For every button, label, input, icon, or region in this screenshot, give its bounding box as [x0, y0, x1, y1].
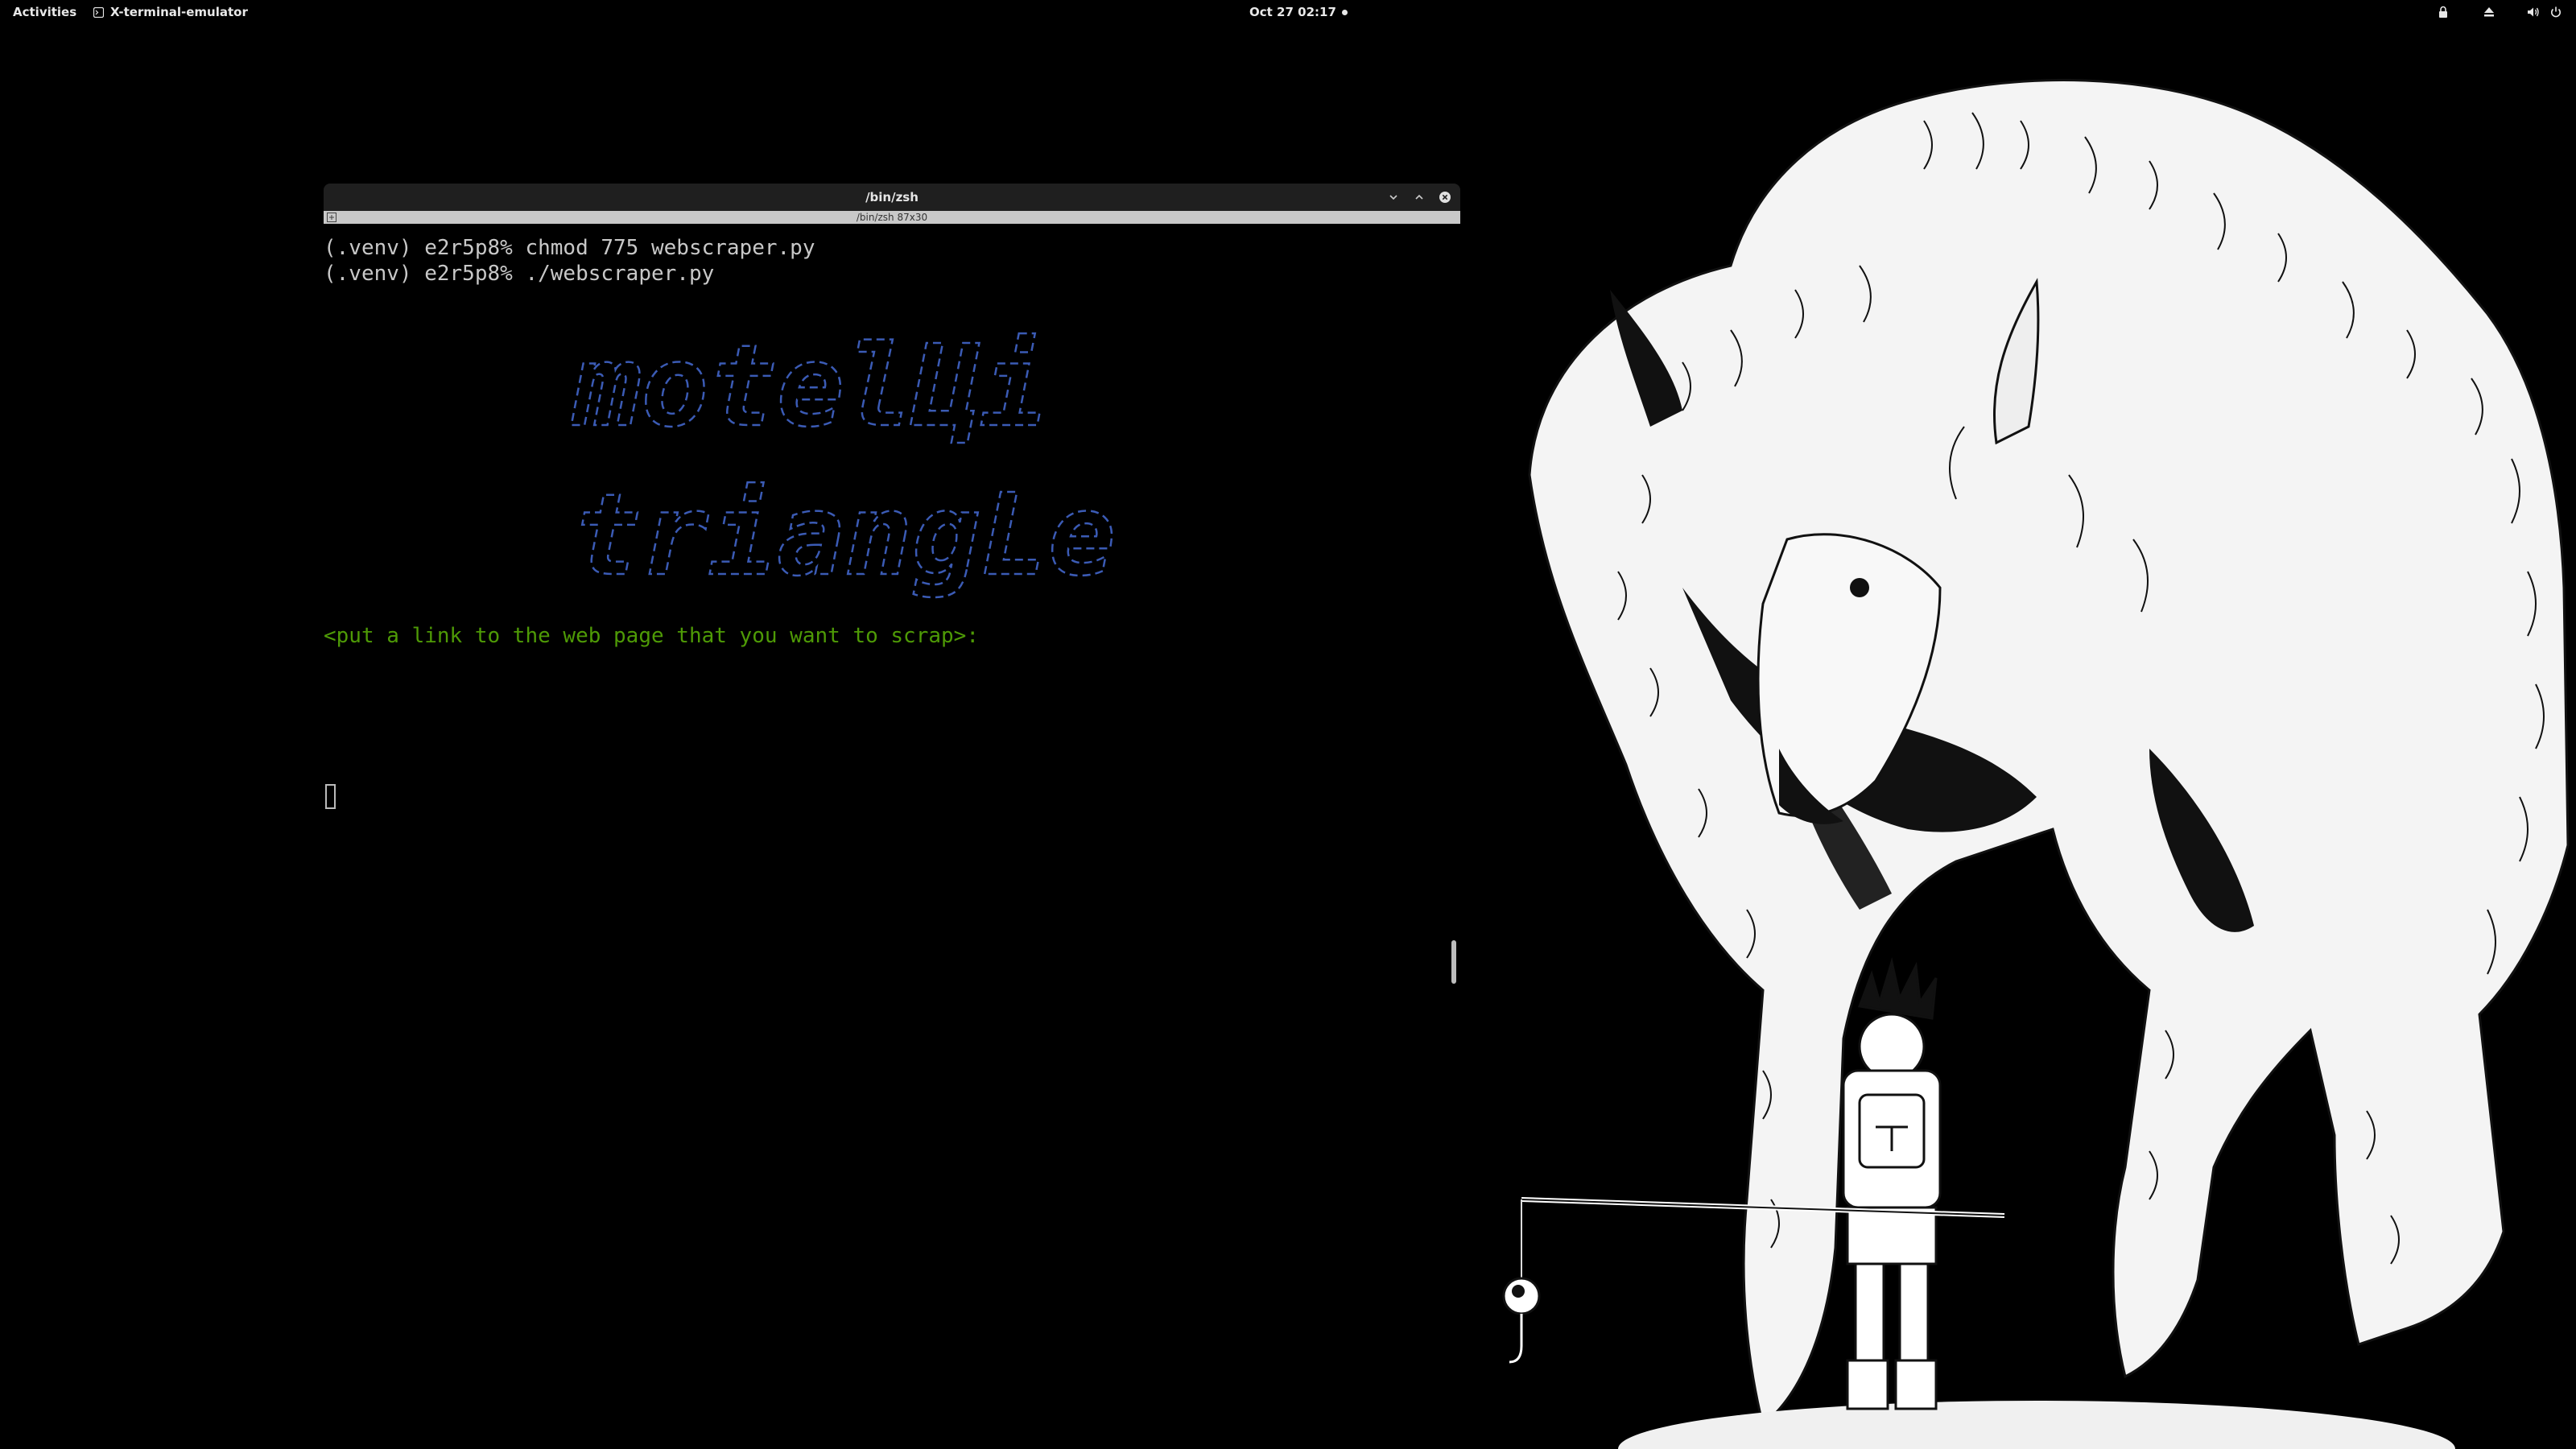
app-menu-label: X-terminal-emulator	[110, 5, 248, 19]
desktop-wallpaper	[1502, 79, 2570, 1449]
lock-icon[interactable]	[2436, 5, 2450, 19]
window-title: /bin/zsh	[865, 190, 919, 204]
window-titlebar[interactable]: /bin/zsh	[324, 184, 1460, 211]
banner-line-1: motelЦi	[571, 321, 1048, 452]
clock[interactable]: Oct 27 02:17	[1249, 0, 1336, 24]
scrollbar[interactable]	[1448, 224, 1460, 1000]
terminal-output[interactable]: (.venv) e2r5p8% chmod 775 webscraper.py …	[324, 224, 1447, 1000]
tab-session[interactable]: /bin/zsh 87x30	[324, 211, 1460, 224]
power-icon[interactable]	[2549, 5, 2563, 19]
tab-bar[interactable]: /bin/zsh 87x30	[324, 211, 1460, 224]
chevron-up-icon[interactable]	[1412, 190, 1426, 204]
notification-dot-icon	[1342, 10, 1348, 15]
banner-line-2: triangLe	[573, 470, 1116, 601]
input-prompt: <put a link to the web page that you wan…	[324, 624, 979, 648]
top-panel: Activities X-terminal-emulator Oct 27 02…	[0, 0, 2576, 24]
scrollbar-thumb[interactable]	[1451, 940, 1456, 984]
volume-icon[interactable]	[2526, 5, 2541, 19]
chevron-down-icon[interactable]	[1386, 190, 1401, 204]
terminal-line: (.venv) e2r5p8% ./webscraper.py	[324, 262, 715, 286]
close-icon[interactable]	[1438, 190, 1452, 204]
ascii-art-banner: motelЦi triangLe	[570, 320, 1117, 602]
terminal-line: (.venv) e2r5p8% chmod 775 webscraper.py	[324, 236, 815, 260]
text-cursor[interactable]	[325, 784, 336, 809]
activities-button[interactable]: Activities	[13, 0, 76, 24]
terminal-window[interactable]: /bin/zsh /bin/zsh 87x30 (.venv) e2r5p8% …	[324, 184, 1460, 1000]
eject-icon[interactable]	[2482, 5, 2496, 19]
terminal-app-icon	[93, 6, 104, 18]
app-menu[interactable]: X-terminal-emulator	[93, 0, 248, 24]
